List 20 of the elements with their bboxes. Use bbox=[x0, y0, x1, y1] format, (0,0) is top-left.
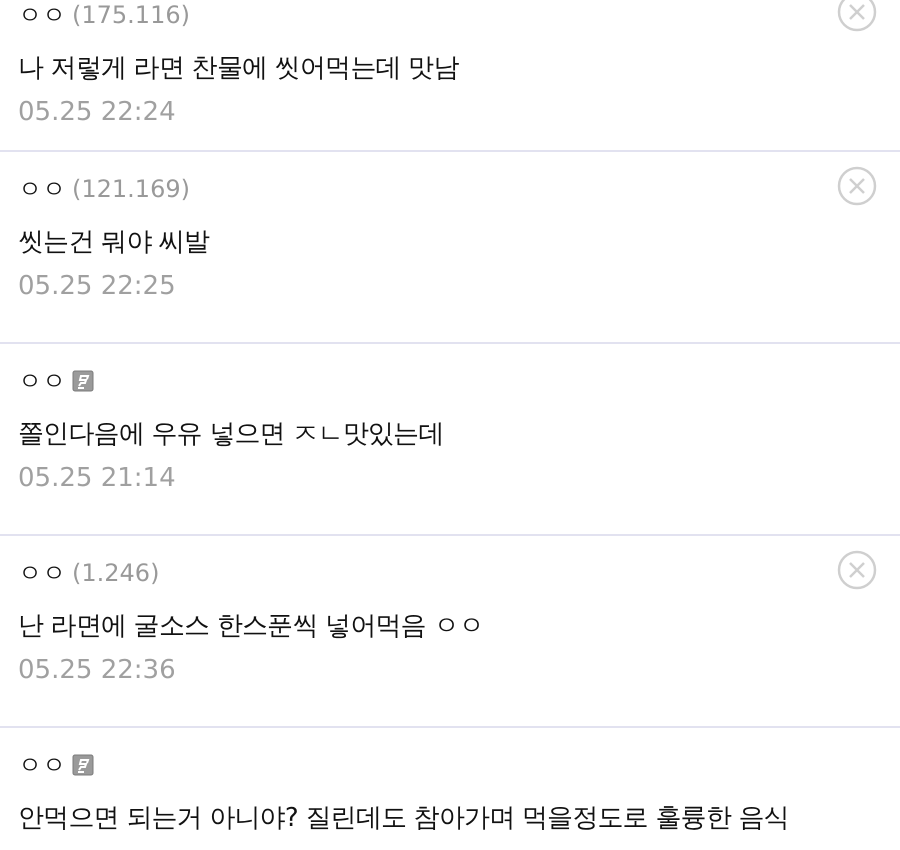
ip-address: (1.246) bbox=[72, 559, 160, 587]
comment-text: 씻는건 뭐야 씨발 bbox=[18, 226, 210, 259]
delete-icon[interactable] bbox=[837, 0, 877, 32]
ip-address: (121.169) bbox=[72, 175, 190, 203]
comment-text: 쫄인다음에 우유 넣으면 ㅈㄴ맛있는데 bbox=[18, 418, 445, 451]
nickname: ㅇㅇ bbox=[18, 366, 66, 397]
comment-date: 05.25 22:24 bbox=[18, 96, 177, 129]
comment-date: 05.25 22:25 bbox=[18, 270, 177, 303]
nickname: ㅇㅇ bbox=[18, 0, 66, 31]
comment-date: 05.25 21:14 bbox=[18, 462, 177, 495]
nickname: ㅇㅇ bbox=[18, 750, 66, 781]
comment-text: 난 라면에 굴소스 한스푼씩 넣어먹음 ㅇㅇ bbox=[18, 610, 485, 643]
comment-text: 나 저렇게 라면 찬물에 씻어먹는데 맛남 bbox=[18, 52, 460, 85]
ip-address: (175.116) bbox=[72, 1, 190, 29]
comment-text: 안먹으면 되는거 아니야? 질린데도 참아가며 먹을정도로 훌륭한 음식 bbox=[18, 802, 790, 835]
nickname: ㅇㅇ bbox=[18, 174, 66, 205]
nickname: ㅇㅇ bbox=[18, 558, 66, 589]
delete-icon[interactable] bbox=[837, 550, 877, 590]
comment-date: 05.25 22:36 bbox=[18, 654, 177, 687]
delete-icon[interactable] bbox=[837, 166, 877, 206]
